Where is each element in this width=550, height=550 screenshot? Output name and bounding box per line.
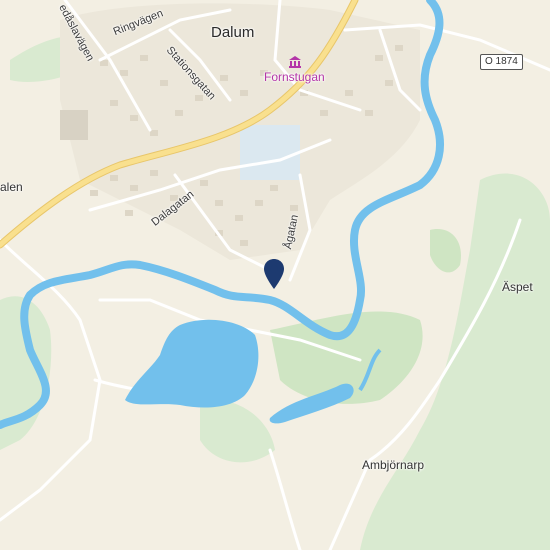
building <box>60 110 88 140</box>
place-label[interactable]: Ambjörnarp <box>362 459 424 471</box>
school-area <box>240 125 300 180</box>
town-label[interactable]: Dalum <box>211 25 254 40</box>
place-label: alen <box>0 180 23 194</box>
road-shield: O 1874 <box>480 54 523 70</box>
map-canvas[interactable]: Dalum Fornstugan O 1874 Äspet Ambjörnarp… <box>0 0 550 550</box>
poi-label[interactable]: Fornstugan <box>264 71 325 83</box>
place-label[interactable]: Äspet <box>502 281 533 293</box>
